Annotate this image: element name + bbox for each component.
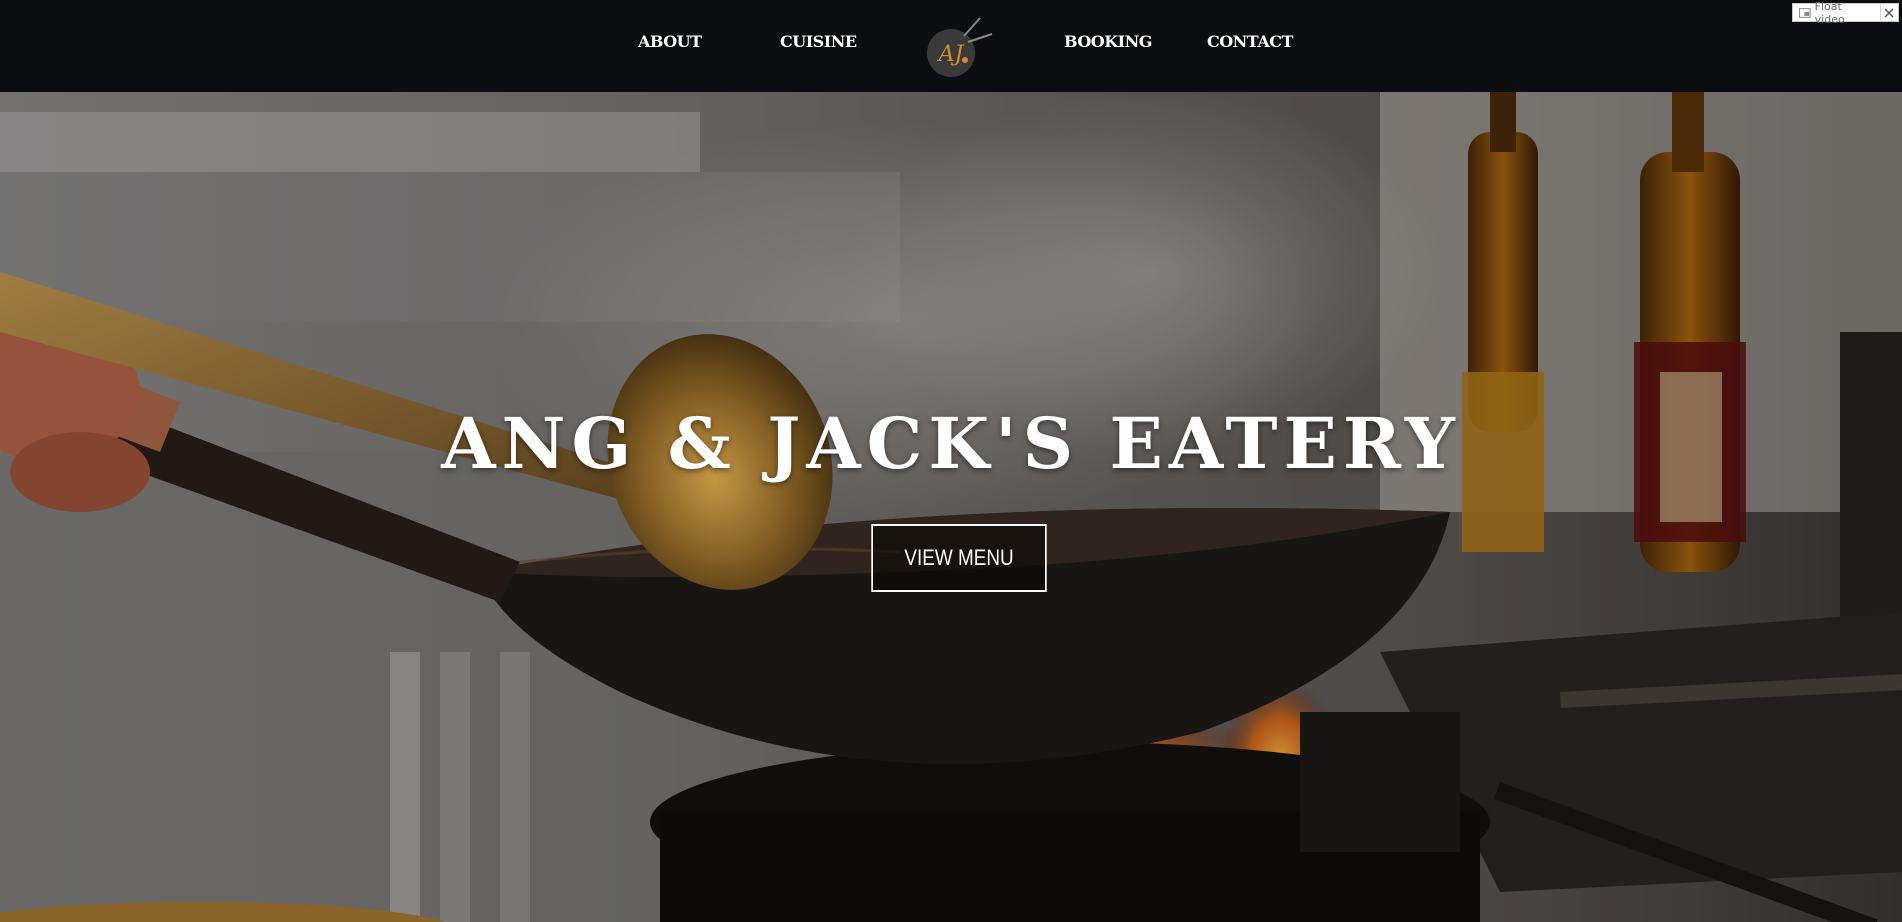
restaurant-logo[interactable]: AJ <box>924 14 996 80</box>
hero-title: ANG & JACK'S EATERY <box>441 402 1461 485</box>
nav-link-booking[interactable]: BOOKING <box>1064 32 1152 51</box>
hero-section: ANG & JACK'S EATERY VIEW MENU <box>0 92 1902 922</box>
main-nav: ABOUT CUISINE AJ BOOKING CONTACT <box>0 0 1902 92</box>
nav-link-contact[interactable]: CONTACT <box>1207 32 1293 51</box>
float-video-icon <box>1799 8 1811 18</box>
nav-link-about[interactable]: ABOUT <box>638 32 702 51</box>
float-video-control: Float video <box>1792 0 1899 26</box>
header-bar: ABOUT CUISINE AJ BOOKING CONTACT Float v… <box>0 0 1902 92</box>
logo-initials: AJ <box>937 42 965 67</box>
close-icon <box>1884 8 1894 17</box>
float-video-close-button[interactable] <box>1881 4 1898 21</box>
nav-link-cuisine[interactable]: CUISINE <box>780 32 857 51</box>
float-video-label: Float video <box>1814 0 1845 26</box>
float-video-button[interactable]: Float video <box>1793 0 1881 26</box>
hero-background-image <box>0 92 1902 922</box>
view-menu-button[interactable]: VIEW MENU <box>871 524 1047 592</box>
logo-icon: AJ <box>927 17 993 77</box>
